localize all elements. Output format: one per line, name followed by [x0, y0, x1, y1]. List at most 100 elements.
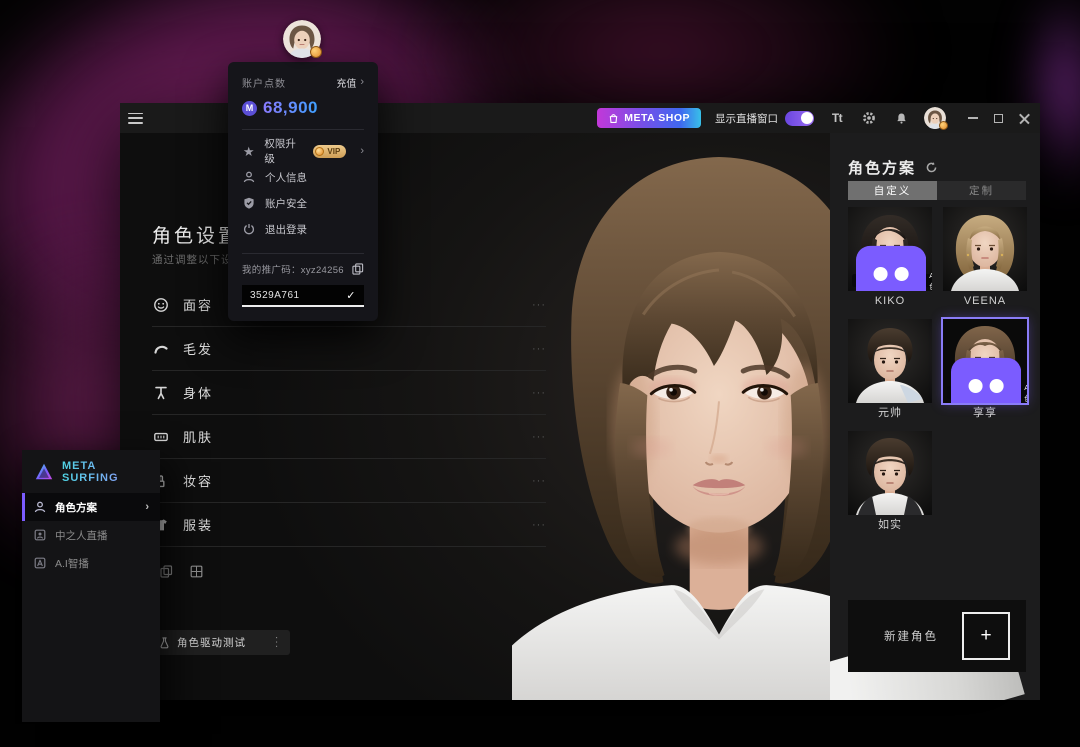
menu-item-hair[interactable]: 毛发 ··· — [152, 327, 546, 371]
face-icon — [152, 297, 169, 313]
more-options-icon[interactable]: ··· — [532, 299, 546, 311]
avatar-card-xiangxiang[interactable]: A.I 角色 享享 — [943, 319, 1027, 423]
vip-coin-icon — [315, 147, 324, 156]
toggle-knob — [801, 112, 813, 124]
copy-icon[interactable] — [352, 263, 364, 275]
settings-gear-icon[interactable] — [860, 111, 878, 125]
avatar-card-veena[interactable]: VEENA — [943, 207, 1027, 311]
menu-item-label: 退出登录 — [265, 222, 307, 237]
maximize-button[interactable] — [994, 114, 1003, 123]
check-icon[interactable]: ✓ — [346, 289, 356, 302]
points-row: 账户点数 充值 › — [242, 75, 364, 90]
grid-icon[interactable] — [190, 565, 203, 578]
avatar-card-kiko[interactable]: A.I 角色 KIKO — [848, 207, 932, 311]
copy-icon[interactable] — [160, 565, 173, 578]
points-value: 68,900 — [263, 98, 318, 118]
menu-item-logout[interactable]: 退出登录 — [242, 216, 364, 242]
meta-shop-button[interactable]: META SHOP — [597, 108, 701, 128]
promo-code-value: 3529A761 — [250, 290, 300, 301]
new-character-block: 新建角色 + — [848, 600, 1026, 672]
menu-item-label: 账户安全 — [265, 196, 307, 211]
more-options-icon[interactable]: ··· — [532, 431, 546, 443]
avatar-name: 如实 — [848, 515, 932, 535]
desktop: META SHOP 显示直播窗口 Tt — [0, 0, 1080, 747]
ai-icon — [33, 557, 46, 569]
live-window-toggle[interactable] — [785, 111, 814, 126]
avatar-name: VEENA — [943, 291, 1027, 311]
avatar-card-rushi[interactable]: 如实 — [848, 431, 932, 535]
menu-item-security[interactable]: 账户安全 — [242, 190, 364, 216]
avatar-name: 元帅 — [848, 403, 932, 423]
refresh-icon[interactable] — [925, 161, 938, 174]
recharge-link[interactable]: 充值 › — [336, 75, 364, 90]
more-options-icon[interactable]: ··· — [532, 475, 546, 487]
menu-item-label: 面容 — [183, 295, 213, 314]
sidebar-header: META SURFING — [22, 450, 160, 493]
menu-item-label: 身体 — [183, 383, 213, 402]
more-options-icon[interactable]: ··· — [532, 343, 546, 355]
sidebar-item-character-plan[interactable]: 角色方案 › — [22, 493, 160, 521]
shopping-bag-icon — [608, 113, 619, 124]
character-drive-test-button[interactable]: 角色驱动测试 ··· — [152, 630, 290, 655]
live-window-toggle-group: 显示直播窗口 — [715, 111, 814, 126]
avatar-thumbnail — [848, 319, 932, 403]
tab-custom[interactable]: 自定义 — [848, 181, 937, 200]
live-window-label: 显示直播窗口 — [715, 111, 778, 126]
person-icon — [242, 171, 256, 183]
menu-item-makeup[interactable]: 妆容 ··· — [152, 459, 546, 503]
text-size-icon[interactable]: Tt — [828, 111, 846, 125]
menu-item-skin[interactable]: 肌肤 ··· — [152, 415, 546, 459]
more-options-icon[interactable]: ··· — [532, 387, 546, 399]
menu-item-label: 权限升级 — [264, 136, 304, 166]
menu-item-body[interactable]: 身体 ··· — [152, 371, 546, 415]
settings-menu: 面容 ··· 毛发 ··· 身体 ··· — [152, 283, 546, 547]
hair-icon — [152, 341, 169, 357]
notifications-bell-icon[interactable] — [892, 112, 910, 125]
vip-badge: VIP — [313, 145, 346, 158]
add-character-button[interactable]: + — [962, 612, 1010, 660]
minimize-button[interactable] — [968, 117, 978, 119]
ai-character-badge: A.I 角色 — [947, 386, 1027, 399]
promo-code-row: 我的推广码：xyz24256 — [242, 262, 364, 276]
sidebar-item-live-streaming[interactable]: 中之人直播 — [22, 521, 160, 549]
avatar-card-grid: A.I 角色 KIKO — [848, 207, 1027, 543]
chevron-right-icon: › — [360, 146, 364, 157]
plus-icon: + — [980, 625, 991, 647]
avatar-level-badge — [939, 121, 948, 130]
ai-character-badge: A.I 角色 — [852, 274, 932, 287]
main-sidebar: META SURFING 角色方案 › 中之人直播 A.I智播 — [22, 450, 160, 722]
close-button[interactable] — [1019, 113, 1030, 124]
more-vertical-icon[interactable]: ··· — [271, 636, 282, 649]
menu-item-upgrade[interactable]: ★ 权限升级 VIP › — [242, 138, 364, 164]
meta-shop-label: META SHOP — [624, 112, 690, 124]
user-avatar-large[interactable] — [283, 20, 321, 58]
brand-name: META SURFING — [62, 460, 148, 484]
avatar-card-yuanshuai[interactable]: 元帅 — [848, 319, 932, 423]
person-icon — [33, 501, 46, 513]
menu-item-clothing[interactable]: 服装 ··· — [152, 503, 546, 547]
menu-item-profile[interactable]: 个人信息 — [242, 164, 364, 190]
divider — [242, 129, 364, 130]
hamburger-menu-icon[interactable] — [128, 113, 143, 124]
more-options-icon[interactable]: ··· — [532, 519, 546, 531]
sidebar-item-label: A.I智播 — [55, 556, 89, 571]
vip-label: VIP — [327, 147, 340, 156]
flask-icon — [159, 637, 170, 649]
menu-item-label: 毛发 — [183, 339, 213, 358]
avatar-thumbnail — [943, 207, 1027, 291]
sidebar-item-ai-broadcast[interactable]: A.I智播 — [22, 549, 160, 577]
promo-code-input[interactable]: 3529A761 ✓ — [242, 285, 364, 307]
star-icon: ★ — [242, 145, 255, 158]
chevron-right-icon: › — [145, 501, 149, 513]
viewport-tools — [160, 565, 203, 578]
panel-tabs: 自定义 定制 — [848, 181, 1026, 200]
recharge-label: 充值 — [336, 75, 356, 90]
streamer-icon — [33, 529, 46, 541]
menu-item-label: 肌肤 — [183, 427, 213, 446]
divider — [242, 253, 364, 254]
tab-preset[interactable]: 定制 — [937, 181, 1026, 200]
user-avatar[interactable] — [924, 107, 946, 129]
character-plan-panel: 角色方案 自定义 定制 — [830, 133, 1040, 700]
account-dropdown: 账户点数 充值 › M 68,900 ★ 权限升级 VIP › 个人信息 — [228, 62, 378, 321]
avatar-thumbnail — [848, 431, 932, 515]
